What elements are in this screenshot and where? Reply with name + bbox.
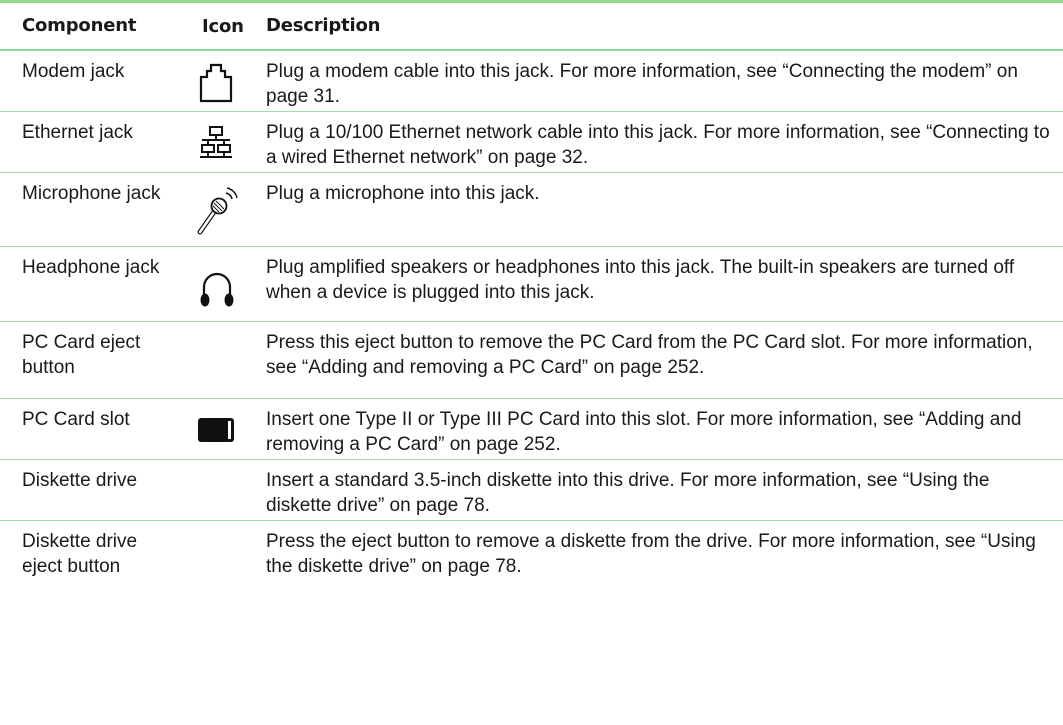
table-row: Modem jack Plug a modem cable into this … bbox=[0, 51, 1063, 112]
component-name: PC Card slot bbox=[22, 409, 130, 430]
component-description: Press this eject button to remove the PC… bbox=[266, 332, 1033, 378]
component-description: Insert a standard 3.5-inch diskette into… bbox=[266, 470, 990, 516]
component-description: Plug a 10/100 Ethernet network cable int… bbox=[266, 122, 1050, 168]
component-description: Insert one Type II or Type III PC Card i… bbox=[266, 409, 1022, 455]
table-row: Diskette drive Insert a standard 3.5-inc… bbox=[0, 460, 1063, 521]
component-description: Plug amplified speakers or headphones in… bbox=[266, 257, 1015, 303]
component-name: Diskette drive bbox=[22, 470, 138, 491]
header-component: Component bbox=[22, 15, 137, 36]
component-name: Ethernet jack bbox=[22, 122, 133, 143]
component-table: Component Icon Description Modem jack Pl… bbox=[0, 0, 1063, 585]
table-row: Ethernet jack Plug a 10/100 Ethernet net… bbox=[0, 112, 1063, 173]
pc-card-slot-icon bbox=[197, 417, 235, 443]
component-description: Plug a modem cable into this jack. For m… bbox=[266, 61, 1018, 107]
table-row: Microphone jack Plug a microphone into t… bbox=[0, 173, 1063, 247]
header-icon: Icon bbox=[202, 15, 244, 37]
header-description: Description bbox=[266, 15, 381, 36]
ethernet-network-icon bbox=[200, 126, 232, 160]
microphone-icon bbox=[196, 185, 240, 235]
component-name: Headphone jack bbox=[22, 257, 160, 278]
table-row: Headphone jack Plug amplified speakers o… bbox=[0, 247, 1063, 322]
component-name: PC Card eject button bbox=[22, 332, 141, 378]
component-description: Plug a microphone into this jack. bbox=[266, 183, 540, 204]
modem-jack-icon bbox=[198, 63, 234, 103]
component-name: Microphone jack bbox=[22, 183, 161, 204]
table-row: PC Card eject button Press this eject bu… bbox=[0, 322, 1063, 399]
table-header: Component Icon Description bbox=[0, 3, 1063, 51]
component-name: Modem jack bbox=[22, 61, 125, 82]
component-description: Press the eject button to remove a diske… bbox=[266, 531, 1036, 577]
headphones-icon bbox=[199, 267, 235, 309]
component-name: Diskette drive eject button bbox=[22, 531, 138, 577]
table-row: Diskette drive eject button Press the ej… bbox=[0, 521, 1063, 585]
table-row: PC Card slot Insert one Type II or Type … bbox=[0, 399, 1063, 460]
